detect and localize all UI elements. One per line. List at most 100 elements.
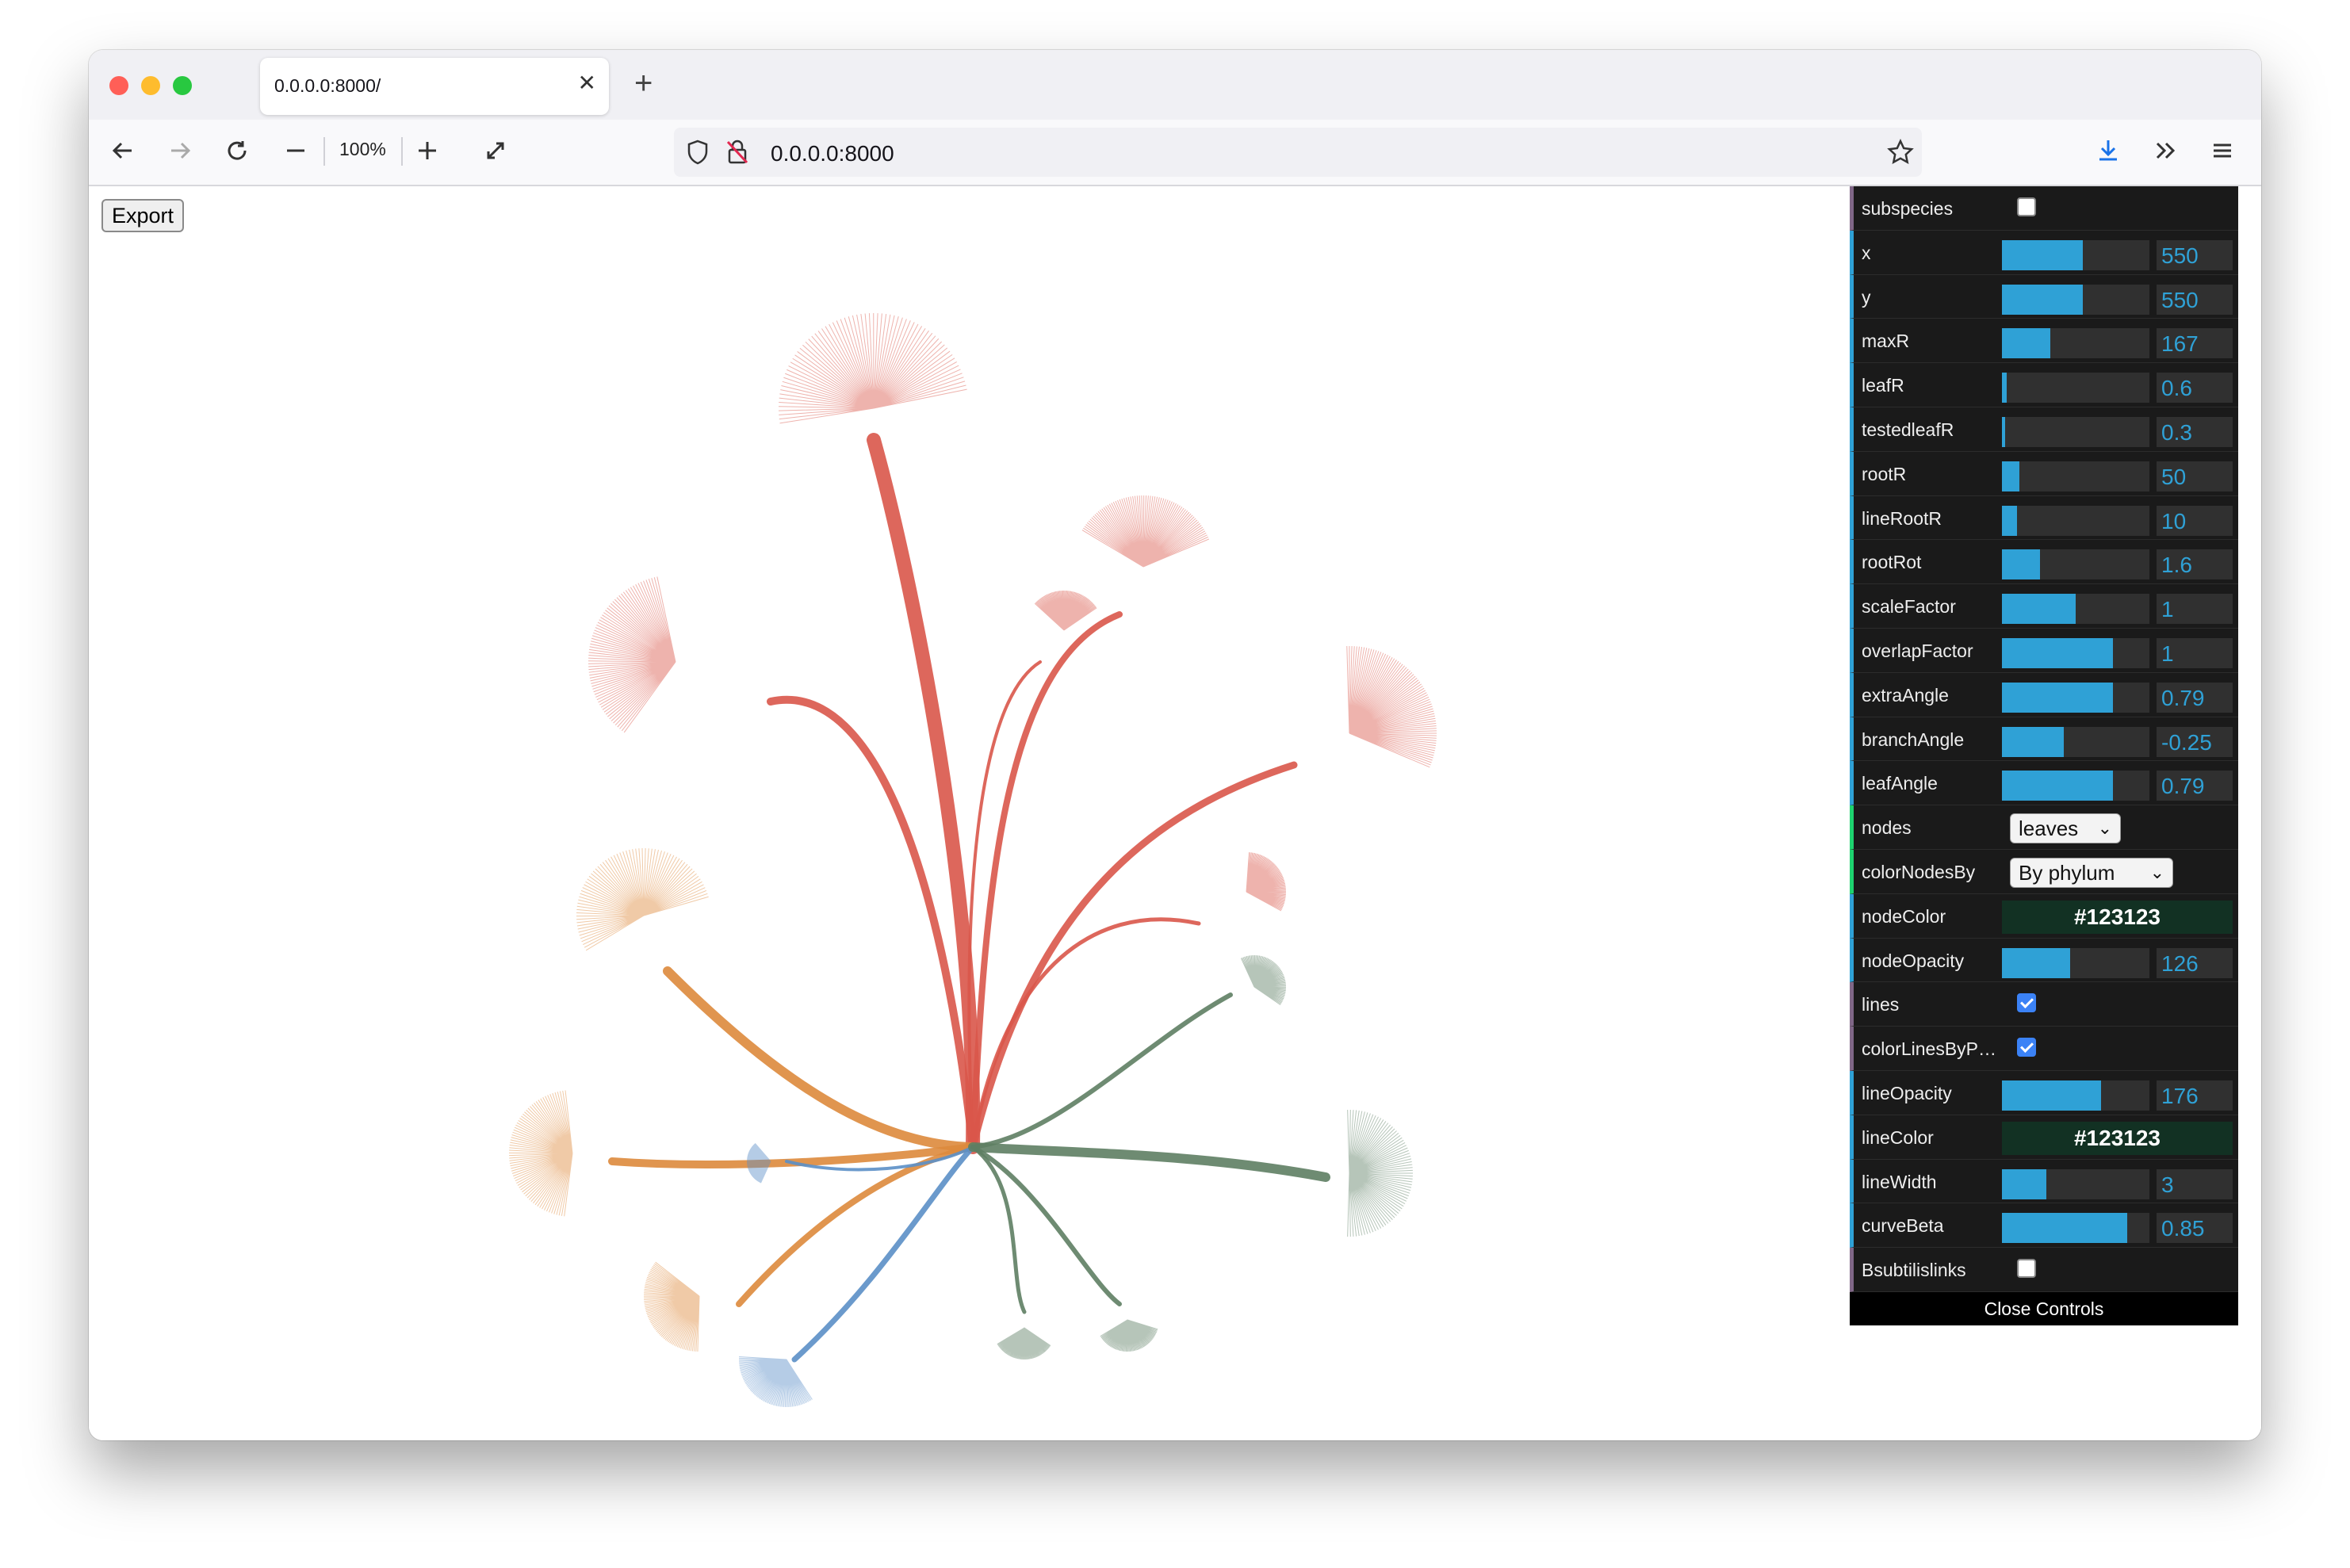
star-icon[interactable] <box>1887 139 1914 166</box>
blue-small-branch-fan <box>746 1142 771 1184</box>
nodeOpacity-slider-fill <box>2002 947 2070 978</box>
back-icon[interactable] <box>109 137 136 164</box>
leafR-slider[interactable] <box>2002 373 2149 403</box>
maxR-input[interactable]: 167 <box>2157 328 2233 359</box>
menu-icon[interactable] <box>2209 137 2236 164</box>
scaleFactor-slider[interactable] <box>2002 594 2149 625</box>
nodes-select-value: leaves <box>2019 817 2079 841</box>
colorLinesByPhylum-checkbox[interactable] <box>2017 1038 2036 1057</box>
fullscreen-icon[interactable] <box>482 137 509 164</box>
red-small-branch-fan-leaves <box>1246 852 1286 912</box>
zoom-in-icon[interactable] <box>415 137 439 164</box>
branchAngle-slider[interactable] <box>2002 726 2149 757</box>
control-nodeOpacity: nodeOpacity 126 <box>1850 938 2238 983</box>
x-slider-fill <box>2002 239 2084 270</box>
new-tab-icon[interactable]: + <box>634 67 653 99</box>
y-slider[interactable] <box>2002 284 2149 315</box>
more-tools-icon[interactable] <box>2152 137 2179 164</box>
url-bar[interactable]: 0.0.0.0:8000 <box>674 128 1922 177</box>
x-input[interactable]: 550 <box>2157 239 2233 270</box>
url-text[interactable]: 0.0.0.0:8000 <box>771 141 894 166</box>
colorNodesBy-select[interactable]: By phylum ⌄ <box>2010 857 2173 888</box>
subspecies-checkbox[interactable] <box>2017 197 2036 216</box>
overlapFactor-input[interactable]: 1 <box>2157 637 2233 668</box>
overlapFactor-slider[interactable] <box>2002 637 2149 668</box>
minimize-window-button[interactable] <box>141 76 160 95</box>
lineRootR-slider[interactable] <box>2002 505 2149 536</box>
close-controls-button[interactable]: Close Controls <box>1850 1291 2238 1325</box>
lineColor-input[interactable]: #123123 <box>2002 1121 2233 1155</box>
nodeOpacity-slider[interactable] <box>2002 947 2149 978</box>
extraAngle-input[interactable]: 0.79 <box>2157 682 2233 713</box>
lineOpacity-slider-fill <box>2002 1080 2101 1111</box>
chevron-down-icon: ⌄ <box>2149 862 2164 882</box>
lineOpacity-slider[interactable] <box>2002 1080 2149 1111</box>
green-bottom-branch-fan <box>997 1327 1051 1360</box>
extraAngle-slider[interactable] <box>2002 682 2149 713</box>
nodeOpacity-input[interactable]: 126 <box>2157 947 2233 978</box>
maxR-slider[interactable] <box>2002 328 2149 359</box>
close-icon[interactable]: ✕ <box>578 72 596 94</box>
zoom-out-icon[interactable] <box>284 137 308 164</box>
orange-left-branch-fan-leaves <box>508 1090 573 1217</box>
lineRootR-input[interactable]: 10 <box>2157 505 2233 536</box>
nodeColor-input[interactable]: #123123 <box>2002 900 2233 934</box>
green-main-branch-fan-leaves <box>1347 1110 1413 1237</box>
close-window-button[interactable] <box>109 76 128 95</box>
green-bottom-branch <box>970 1145 1027 1314</box>
red-left-branch-fan-leaves <box>588 576 676 733</box>
lines-checkbox[interactable] <box>2017 993 2036 1013</box>
shield-icon[interactable] <box>685 139 710 166</box>
testedleafR-slider[interactable] <box>2002 416 2149 447</box>
control-lineWidth: lineWidth 3 <box>1850 1159 2238 1204</box>
rootR-slider[interactable] <box>2002 461 2149 491</box>
control-lineOpacity: lineOpacity 176 <box>1850 1070 2238 1115</box>
red-upper-branch-fan-leaves <box>1081 495 1210 568</box>
control-extraAngle: extraAngle 0.79 <box>1850 672 2238 717</box>
green-upper-branch-fan-leaves <box>1240 954 1287 1006</box>
separator <box>323 137 325 166</box>
green-main-branch-fan <box>1347 1110 1413 1237</box>
overlapFactor-slider-fill <box>2002 637 2113 668</box>
zoom-window-button[interactable] <box>173 76 192 95</box>
lineWidth-input[interactable]: 3 <box>2157 1168 2233 1199</box>
curveBeta-input[interactable]: 0.85 <box>2157 1213 2233 1244</box>
green-lower-branch-fan-leaves <box>1100 1319 1158 1352</box>
leafAngle-slider-fill <box>2002 771 2113 801</box>
navigation-bar: 100% 0.0.0.0:8000 <box>89 120 2261 186</box>
forward-icon[interactable] <box>166 137 193 164</box>
rootR-input[interactable]: 50 <box>2157 461 2233 491</box>
testedleafR-input[interactable]: 0.3 <box>2157 416 2233 447</box>
leafR-input[interactable]: 0.6 <box>2157 373 2233 403</box>
control-branchAngle: branchAngle -0.25 <box>1850 717 2238 762</box>
rootRot-slider[interactable] <box>2002 549 2149 580</box>
curveBeta-slider[interactable] <box>2002 1213 2149 1244</box>
maxR-slider-fill <box>2002 328 2051 359</box>
lineWidth-slider[interactable] <box>2002 1168 2149 1199</box>
insecure-lock-icon[interactable] <box>725 139 750 166</box>
chevron-down-icon: ⌄ <box>2097 818 2112 839</box>
zoom-level[interactable]: 100% <box>339 139 386 160</box>
leafAngle-slider[interactable] <box>2002 771 2149 801</box>
red-thin-branch <box>967 660 1042 1149</box>
x-slider[interactable] <box>2002 239 2149 270</box>
download-icon[interactable] <box>2095 137 2122 164</box>
red-right-branch <box>969 761 1298 1151</box>
orange-lower-branch-fan-leaves <box>643 1261 700 1352</box>
scaleFactor-input[interactable]: 1 <box>2157 594 2233 625</box>
reload-icon[interactable] <box>224 137 251 164</box>
leafAngle-input[interactable]: 0.79 <box>2157 771 2233 801</box>
rootRot-input[interactable]: 1.6 <box>2157 549 2233 580</box>
branchAngle-input[interactable]: -0.25 <box>2157 726 2233 757</box>
nodes-select[interactable]: leaves ⌄ <box>2010 813 2121 844</box>
browser-tab[interactable]: 0.0.0.0:8000/ ✕ <box>260 58 609 115</box>
orange-upper-branch-fan <box>576 848 709 951</box>
rootRot-slider-fill <box>2002 549 2041 580</box>
orange-upper-branch <box>663 966 978 1152</box>
bsubtilislinks-checkbox[interactable] <box>2017 1259 2036 1279</box>
lineOpacity-input[interactable]: 176 <box>2157 1080 2233 1111</box>
red-right-branch-fan <box>1346 645 1437 768</box>
red-small-branch-fan <box>1246 852 1286 912</box>
orange-upper-branch-fan-leaves <box>576 848 709 951</box>
y-input[interactable]: 550 <box>2157 284 2233 315</box>
